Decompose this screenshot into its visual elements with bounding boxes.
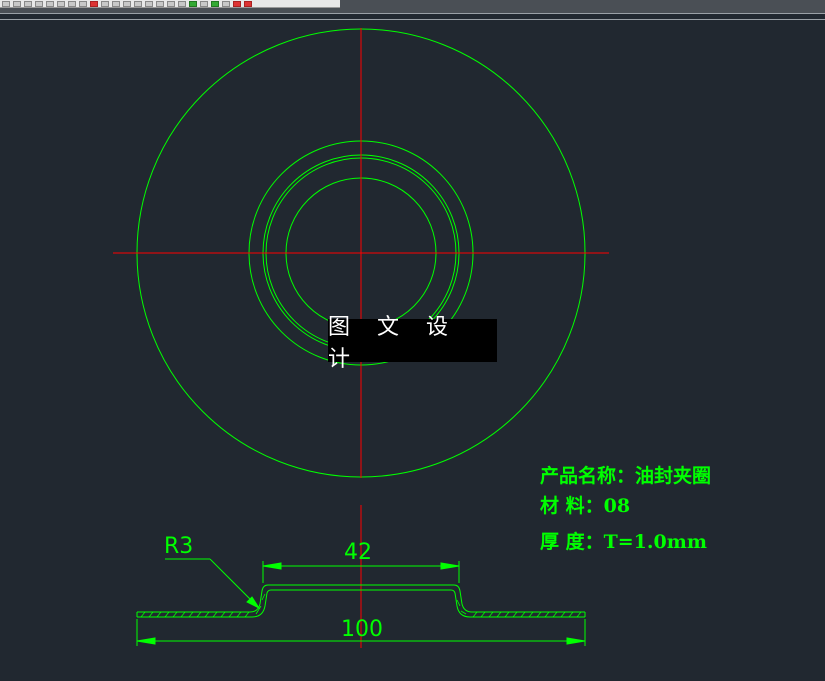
product-name-text: 产品名称：油封夹圈 [540,465,712,487]
watermark: 图 文 设 计 [328,315,497,372]
material-text: 材 料：08 [540,495,631,517]
radius-leader[interactable] [165,558,261,610]
thickness-text: 厚 度：T=1.0mm [540,531,707,553]
radius-label: R3 [164,534,194,559]
dimension-100-label: 100 [341,617,383,642]
dimension-42-label: 42 [344,540,372,565]
